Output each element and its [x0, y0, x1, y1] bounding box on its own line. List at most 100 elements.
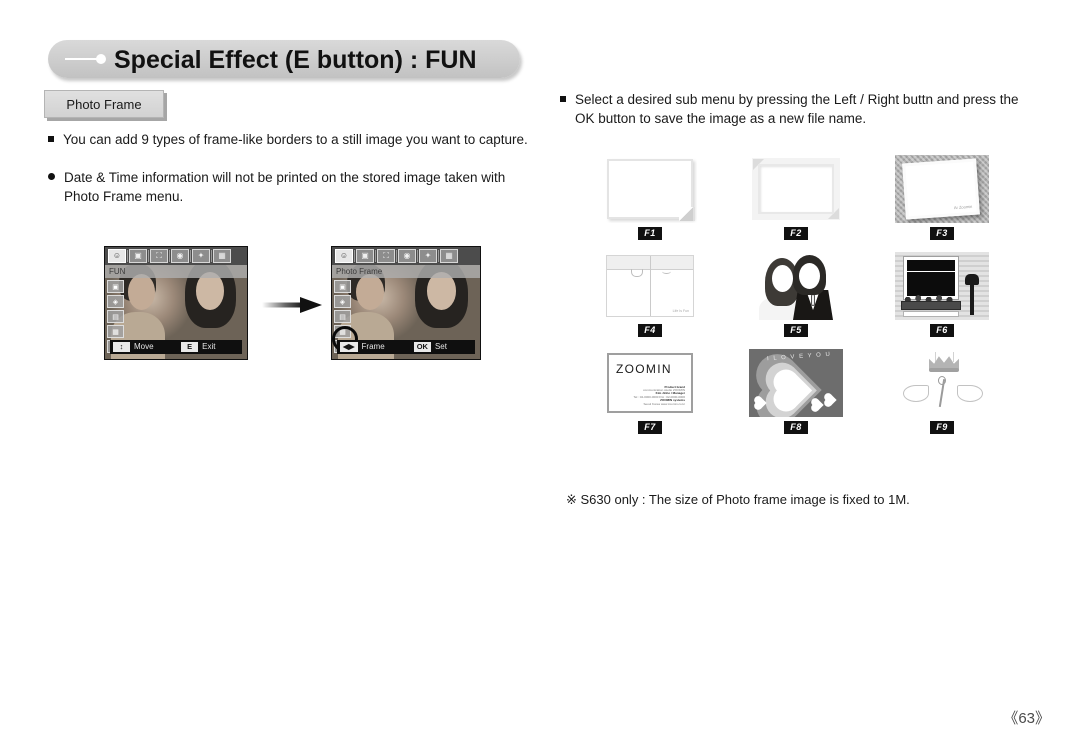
notebook-page-frame: Life Is Fun: [603, 252, 697, 320]
camera-icon[interactable]: ⛶: [150, 249, 168, 263]
star-wand-icon[interactable]: ✦: [192, 249, 210, 263]
camera-icon[interactable]: ⛶: [377, 249, 395, 263]
frame-caption: Ar Zoomin: [953, 203, 973, 211]
frame-tag: F4: [638, 324, 662, 337]
right-bullet-1-text: Select a desired sub menu by pressing th…: [575, 92, 1019, 126]
film-strip-icon[interactable]: ▦: [213, 249, 231, 263]
camera-screen-photo-frame: ☺ ▣ ⛶ ◉ ✦ ▦ Photo Frame ▣ ◈ ▤ ▦ ▩ ◀▶ Fra…: [331, 246, 481, 360]
crown-band: [929, 368, 959, 372]
effect-icon-2[interactable]: ◈: [334, 295, 351, 308]
page-number: 《63》: [1003, 710, 1050, 727]
flower-box: [901, 301, 961, 310]
camera-menu-title: Photo Frame: [332, 265, 480, 278]
frame-cell-f5[interactable]: F5: [746, 252, 846, 337]
palette-icon[interactable]: ◉: [398, 249, 416, 263]
tab-separator: [127, 250, 128, 262]
frame-tag: F1: [638, 227, 662, 240]
square-bullet-icon: [560, 96, 566, 102]
card-line-6: Seoul Korea www.zoomin.co.kr: [643, 401, 685, 406]
photo-frame-gallery: F1 F2 Ar Zoomin F3 Life Is Fun F4 F5 F6 …: [600, 155, 1000, 446]
mini-heart-icon-2: [812, 398, 825, 411]
frame-cell-f1[interactable]: F1: [600, 155, 700, 240]
notebook-tab-left: [631, 269, 644, 277]
palette-icon[interactable]: ◉: [171, 249, 189, 263]
left-bullet-2-text: Date & Time information will not be prin…: [64, 170, 506, 204]
left-bullet-2: Date & Time information will not be prin…: [48, 168, 538, 206]
frame-cell-f6[interactable]: F6: [892, 252, 992, 337]
frame-row-1: F1 F2 Ar Zoomin F3: [600, 155, 1000, 240]
action-key-label: Exit: [202, 342, 216, 351]
photo-subject-left-face: [127, 273, 155, 310]
nav-key-label: Frame: [361, 342, 385, 351]
window-pane-bottom: [907, 272, 955, 296]
frame-cell-f2[interactable]: F2: [746, 155, 846, 240]
effect-icon-3[interactable]: ▤: [107, 310, 124, 323]
effect-icon-3[interactable]: ▤: [334, 310, 351, 323]
window-pane-top: [907, 260, 955, 271]
tab-separator: [417, 250, 418, 262]
effect-icon-1[interactable]: ▣: [107, 280, 124, 293]
frame-cell-f9[interactable]: F9: [892, 349, 992, 434]
effect-icon-2[interactable]: ◈: [107, 295, 124, 308]
left-bullet-1: You can add 9 types of frame-like border…: [48, 130, 548, 149]
tab-separator: [169, 250, 170, 262]
business-card-details: Product brand communication studio ZOOMI…: [633, 385, 685, 406]
nav-key-icon: ◀▶: [340, 342, 358, 352]
left-bullet-1-text: You can add 9 types of frame-like border…: [63, 132, 528, 147]
tab-separator: [354, 250, 355, 262]
nav-key-label: Move: [134, 342, 154, 351]
tab-separator: [375, 250, 376, 262]
camera-menu-title: FUN: [105, 265, 247, 278]
frame-caption: Life Is Fun: [672, 309, 689, 313]
effect-icon-1[interactable]: ▣: [334, 280, 351, 293]
inset-bevel-frame: [749, 155, 843, 223]
heart-frame: I L O V E Y O U: [749, 349, 843, 417]
frame-cell-f3[interactable]: Ar Zoomin F3: [892, 155, 992, 240]
action-key-icon: OK: [413, 342, 431, 352]
frame-tag: F8: [784, 421, 808, 434]
star-wand-icon[interactable]: ✦: [419, 249, 437, 263]
frame-tag: F6: [930, 324, 954, 337]
image-edit-icon[interactable]: ▣: [129, 249, 147, 263]
groom-tie: [811, 294, 815, 306]
film-strip-icon[interactable]: ▦: [440, 249, 458, 263]
section-tab-label: Photo Frame: [66, 96, 142, 112]
dot-bullet-icon: [48, 173, 55, 180]
camera-hint-bar: ↕ Move E Exit: [110, 340, 242, 354]
notebook-tab-right: [662, 269, 672, 274]
image-edit-icon[interactable]: ▣: [356, 249, 374, 263]
banner-lead-line: [65, 58, 99, 60]
action-key-icon: E: [181, 342, 199, 352]
frame-row-3: ZOOMIN Product brand communication studi…: [600, 349, 1000, 434]
camera-screen-fun: ☺ ▣ ⛶ ◉ ✦ ▦ FUN ▣ ◈ ▤ ▦ ▩ ↕ Move E Exit: [104, 246, 248, 360]
notebook-center-divider: [650, 256, 651, 316]
frame-tag: F3: [930, 227, 954, 240]
smiley-icon[interactable]: ☺: [335, 249, 353, 263]
tab-separator: [438, 250, 439, 262]
frame-cell-f4[interactable]: Life Is Fun F4: [600, 252, 700, 337]
footnote-text: ※ S630 only : The size of Photo frame im…: [566, 492, 910, 507]
effect-icon-4[interactable]: ▦: [107, 325, 124, 338]
window-mailbox-frame: [895, 252, 989, 320]
tab-separator: [190, 250, 191, 262]
zoomin-card-frame: ZOOMIN Product brand communication studi…: [603, 349, 697, 417]
frame-cell-f8[interactable]: I L O V E Y O U F8: [746, 349, 846, 434]
camera-hint-bar: ◀▶ Frame OK Set: [337, 340, 475, 354]
frame-cell-f7[interactable]: ZOOMIN Product brand communication studi…: [600, 349, 700, 434]
wedding-couple-frame: [749, 252, 843, 320]
frame-row-2: Life Is Fun F4 F5 F6: [600, 252, 1000, 337]
window-opening: [904, 257, 958, 299]
frame-inner: [758, 164, 834, 214]
tab-separator: [148, 250, 149, 262]
section-tab-photo-frame: Photo Frame: [44, 90, 164, 118]
camera-menu-tabbar: ☺ ▣ ⛶ ◉ ✦ ▦: [105, 247, 247, 265]
crown-sparkle-right: [953, 352, 954, 362]
frame-tag: F9: [930, 421, 954, 434]
window-ledge: [903, 311, 959, 317]
tab-separator: [211, 250, 212, 262]
smiley-icon[interactable]: ☺: [108, 249, 126, 263]
mini-heart-icon-3: [825, 393, 838, 406]
banner-lead-dot-icon: [96, 54, 106, 64]
tab-separator: [396, 250, 397, 262]
right-bullet-1: Select a desired sub menu by pressing th…: [560, 90, 1030, 128]
